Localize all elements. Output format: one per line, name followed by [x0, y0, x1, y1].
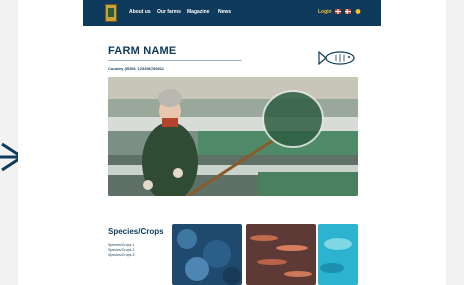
- flag-icon[interactable]: [355, 9, 361, 14]
- flag-no-icon[interactable]: [345, 9, 351, 14]
- fish-icon: [318, 50, 355, 66]
- nav-our-farms[interactable]: Our farms: [157, 9, 181, 15]
- heading-divider: [108, 60, 242, 61]
- country-issn-line: Country (ISSN: 123456789011: [108, 66, 165, 71]
- species-item[interactable]: Species/Crops 2: [108, 248, 134, 252]
- species-photo-tile[interactable]: [318, 224, 358, 285]
- species-photo-tile[interactable]: [246, 224, 316, 285]
- species-item[interactable]: Species/Crops 3: [108, 253, 134, 257]
- species-photo-tile[interactable]: [172, 224, 242, 285]
- page-canvas: About us Our farms Magazine News Login F…: [18, 0, 446, 285]
- login-link[interactable]: Login: [318, 9, 332, 15]
- flag-uk-icon[interactable]: [335, 9, 341, 14]
- species-item[interactable]: Species/Crops 1: [108, 243, 134, 247]
- hero-photo: [108, 77, 358, 196]
- species-section-title: Species/Crops: [108, 227, 164, 236]
- nav-magazine[interactable]: Magazine: [187, 9, 210, 15]
- nav-news[interactable]: News: [218, 9, 231, 15]
- farm-name-heading: FARM NAME: [108, 45, 177, 57]
- brand-logo[interactable]: [105, 4, 117, 22]
- nav-about-us[interactable]: About us: [129, 9, 151, 15]
- top-navigation: About us Our farms Magazine News Login: [83, 0, 381, 26]
